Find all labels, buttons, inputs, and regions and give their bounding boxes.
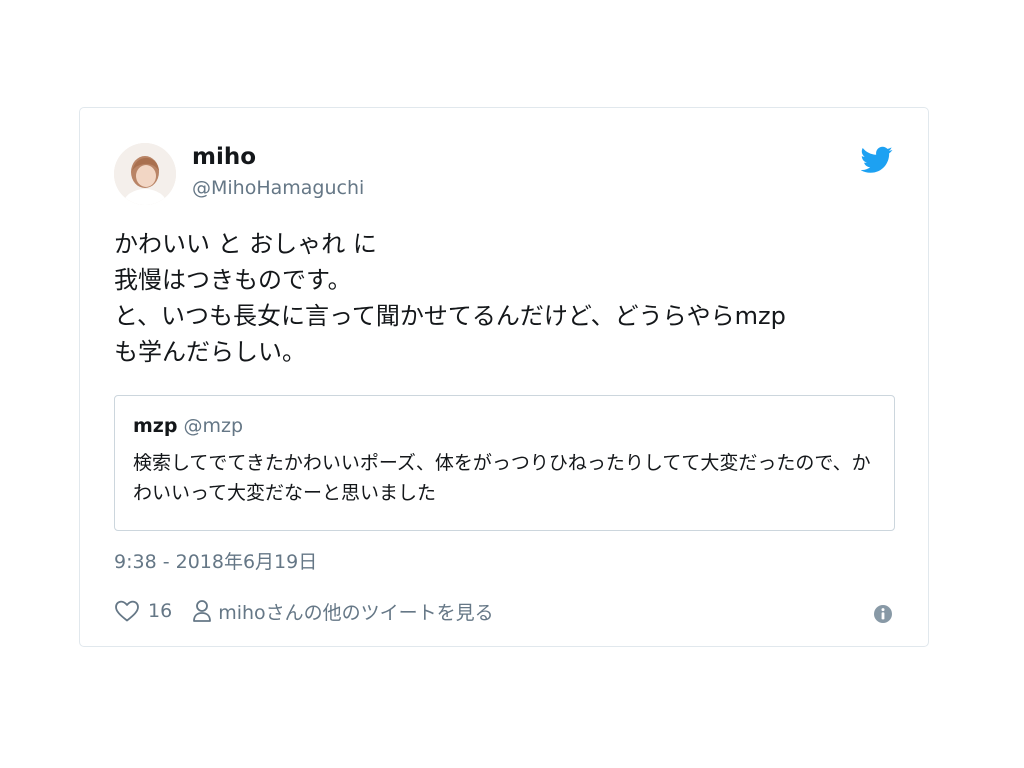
twitter-bird-icon[interactable] bbox=[861, 146, 893, 174]
tweet-text: かわいい と おしゃれ に 我慢はつきものです。 と、いつも長女に言って聞かせて… bbox=[114, 230, 786, 366]
avatar[interactable] bbox=[114, 143, 176, 205]
like-count: 16 bbox=[148, 600, 173, 622]
person-icon bbox=[193, 600, 212, 622]
avatar-image bbox=[114, 143, 176, 205]
author-handle[interactable]: @MihoHamaguchi bbox=[192, 176, 364, 200]
quoted-tweet-header: mzp @mzp bbox=[133, 414, 243, 438]
quoted-author-name: mzp bbox=[133, 415, 178, 437]
tweet-timestamp[interactable]: 9:38 - 2018年6月19日 bbox=[114, 549, 317, 575]
quoted-author-handle: @mzp bbox=[183, 415, 244, 437]
more-tweets-link[interactable]: mihoさんの他のツイートを見る bbox=[192, 598, 494, 625]
heart-icon bbox=[115, 600, 139, 622]
quoted-tweet-text: 検索してでてきたかわいいポーズ、体をがっつりひねったりしてて大変だったので、かわ… bbox=[133, 452, 871, 504]
author-name[interactable]: miho bbox=[192, 142, 256, 172]
info-icon[interactable] bbox=[873, 604, 893, 624]
tweet-actions: 16 mihoさんの他のツイートを見る bbox=[114, 596, 494, 626]
embedded-tweet-card: miho @MihoHamaguchi かわいい と おしゃれ に 我慢はつきも… bbox=[79, 107, 929, 647]
like-button[interactable]: 16 bbox=[114, 599, 172, 623]
quoted-tweet[interactable]: mzp @mzp 検索してでてきたかわいいポーズ、体をがっつりひねったりしてて大変… bbox=[114, 395, 895, 531]
more-tweets-label: mihoさんの他のツイートを見る bbox=[218, 601, 494, 624]
